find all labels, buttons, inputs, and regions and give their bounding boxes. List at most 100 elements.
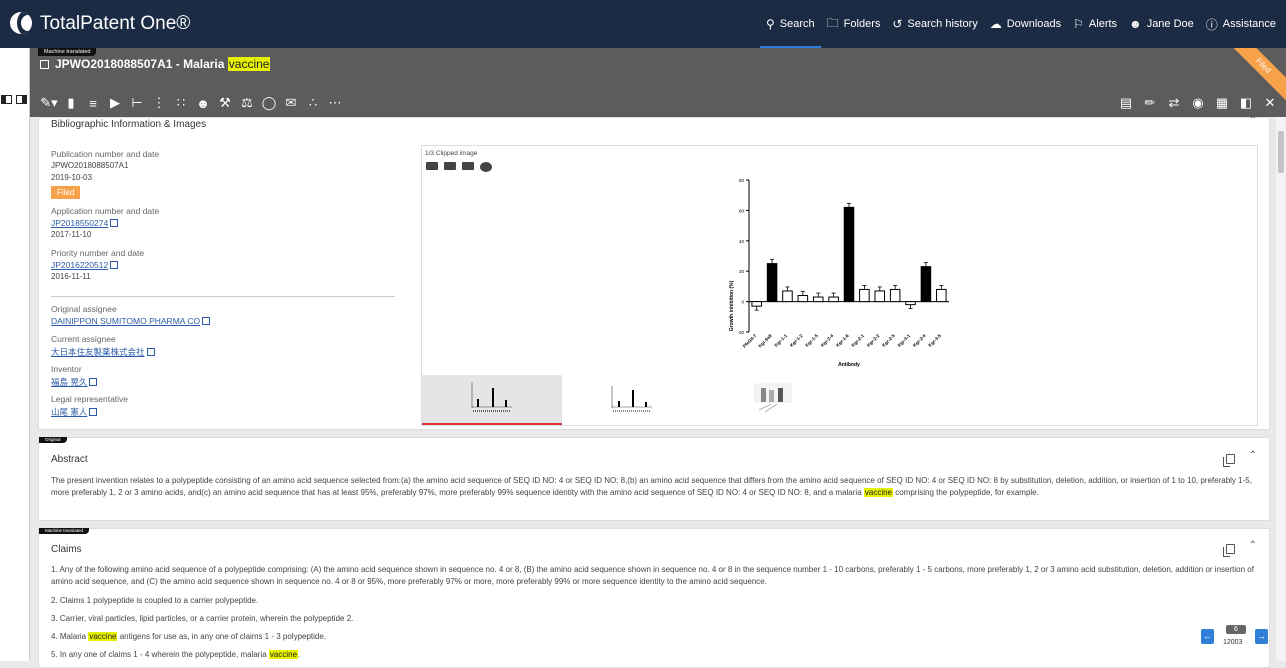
- split-view-icon[interactable]: ◧: [1234, 95, 1258, 111]
- nodes-icon[interactable]: ∴: [302, 95, 324, 111]
- bar: [812, 296, 824, 303]
- abstract-text-part: comprising the polypeptide, for example.: [893, 487, 1039, 497]
- select-checkbox[interactable]: [40, 59, 49, 69]
- nav-label: Downloads: [1006, 18, 1062, 30]
- scales-icon[interactable]: ⚖: [236, 95, 258, 111]
- thumbnail-3[interactable]: [702, 375, 842, 425]
- bar: [889, 288, 901, 303]
- pdf-icon[interactable]: ▦: [1210, 95, 1234, 111]
- grid-large-icon[interactable]: [426, 162, 438, 170]
- claim-5: 5. In any one of claims 1 - 4 wherein th…: [51, 649, 1256, 661]
- highlighter-icon[interactable]: ✏: [1138, 95, 1162, 111]
- previous-result-button[interactable]: ←: [1201, 629, 1214, 644]
- tree-icon[interactable]: ⊢: [126, 95, 148, 111]
- nav-folders[interactable]: 🗀 Folders: [827, 0, 881, 48]
- map-pin-icon[interactable]: ◉: [1186, 95, 1210, 111]
- main-nav: ⚲ Search 🗀 Folders ↺ Search history ☁ Do…: [754, 0, 1276, 48]
- bell-icon: ⚐: [1073, 17, 1084, 31]
- claim-text: .: [298, 650, 301, 659]
- right-panel-toggle-icon[interactable]: [16, 95, 27, 104]
- left-rail: [0, 48, 30, 661]
- next-result-button[interactable]: →: [1255, 629, 1268, 644]
- bar: [859, 288, 870, 303]
- collapse-chevron-icon[interactable]: ⌃: [1249, 115, 1257, 126]
- translate-icon[interactable]: ⇄: [1162, 95, 1186, 111]
- left-panel-toggle-icon[interactable]: [1, 95, 12, 104]
- hierarchy-icon[interactable]: ∷: [170, 95, 192, 111]
- abstract-text-part: The present invention relates to a polyp…: [51, 476, 1252, 497]
- collapse-chevron-icon[interactable]: ⌃: [1249, 540, 1257, 551]
- bar: [843, 206, 855, 303]
- cloud-download-icon[interactable]: [480, 162, 492, 172]
- close-icon[interactable]: ✕: [1258, 95, 1282, 111]
- abstract-text: The present invention relates to a polyp…: [51, 475, 1256, 498]
- bookmark-icon[interactable]: ▮: [60, 95, 82, 111]
- legal-link[interactable]: 山尾 憲人: [51, 406, 98, 418]
- prio-label: Priority number and date: [51, 248, 145, 258]
- result-pager: ← 6 12003 →: [1201, 625, 1281, 651]
- thumbnail-2[interactable]: [562, 375, 702, 425]
- clip-label: 1/3 Clipped image: [425, 150, 478, 157]
- brand-name: TotalPatent One®: [40, 13, 191, 34]
- total-results: 12003: [1223, 639, 1243, 646]
- pub-date: 2019-10-03: [51, 173, 92, 182]
- document-content: Bibliographic Information & Images ⌃ Pub…: [38, 115, 1270, 668]
- orig-assignee-link[interactable]: DAINIPPON SUMITOMO PHARMA CO: [51, 316, 211, 326]
- more-icon[interactable]: ⋯: [324, 95, 346, 111]
- x-tick-label: Kgr-2-2: [866, 333, 881, 348]
- nav-search-history[interactable]: ↺ Search history: [892, 0, 977, 48]
- pub-label: Publication number and date: [51, 149, 160, 159]
- claim-text: 5. In any one of claims 1 - 4 wherein th…: [51, 650, 269, 659]
- inventor-link[interactable]: 福島 晃久: [51, 376, 98, 388]
- claim-3: 3. Carrier, viral particles, lipid parti…: [51, 614, 354, 623]
- search-highlight: vaccine: [88, 632, 118, 641]
- scrollbar-thumb[interactable]: [1278, 131, 1284, 173]
- biblio-divider: [51, 296, 395, 297]
- list-view-icon[interactable]: [462, 162, 474, 170]
- biblio-title: Bibliographic Information & Images: [51, 119, 207, 130]
- nav-alerts[interactable]: ⚐ Alerts: [1073, 0, 1117, 48]
- nav-downloads[interactable]: ☁ Downloads: [990, 0, 1061, 48]
- claim-1: 1. Any of the following amino acid seque…: [51, 565, 1254, 586]
- megaphone-icon[interactable]: ▶: [104, 95, 126, 111]
- grid-small-icon[interactable]: [444, 162, 456, 170]
- document-title: JPWO2018088507A1 - Malaria vaccine: [40, 57, 271, 71]
- prio-date: 2016-11-11: [51, 272, 91, 281]
- prio-number-link[interactable]: JP2016220512: [51, 260, 119, 270]
- nav-user[interactable]: ☻ Jane Doe: [1129, 0, 1194, 48]
- pill-icon[interactable]: ◯: [258, 95, 280, 111]
- gavel-icon[interactable]: ⚒: [214, 95, 236, 111]
- info-icon: ⓘ: [1205, 17, 1218, 32]
- people-icon[interactable]: ☻: [192, 96, 214, 111]
- bar: [797, 295, 809, 303]
- nav-assistance[interactable]: ⓘ Assistance: [1206, 0, 1276, 48]
- app-number-link[interactable]: JP2018550274: [51, 218, 119, 228]
- nav-label: Alerts: [1088, 18, 1118, 30]
- x-tick-label: Kgr-2-4: [912, 333, 927, 348]
- app-label: Application number and date: [51, 206, 160, 216]
- cur-assignee-link[interactable]: 大日本住友製薬株式会社: [51, 346, 155, 358]
- document-number: JPWO2018088507A1 - Malaria: [55, 57, 225, 71]
- y-tick-label: 80: [739, 178, 745, 183]
- search-highlight: vaccine: [268, 650, 299, 659]
- nav-search[interactable]: ⚲ Search: [760, 0, 821, 48]
- thumbnail-1[interactable]: [422, 375, 562, 425]
- bar: [874, 290, 886, 303]
- pen-icon[interactable]: ✎▾: [38, 95, 60, 111]
- document-toolbar-right: ▤ ✏ ⇄ ◉ ▦ ◧ ✕: [1114, 95, 1282, 111]
- bar: [905, 301, 916, 306]
- lines-icon[interactable]: ≡: [82, 96, 104, 111]
- scrollbar[interactable]: [1276, 117, 1286, 661]
- copy-icon[interactable]: [1223, 544, 1235, 557]
- collapse-chevron-icon[interactable]: ⌃: [1249, 450, 1257, 461]
- comment-icon[interactable]: ✉: [280, 95, 302, 111]
- abstract-panel: Original Abstract ⌃ The present inventio…: [38, 437, 1270, 521]
- copy-icon[interactable]: [1223, 454, 1235, 467]
- download-icon: ☁: [989, 17, 1002, 31]
- document-header: Machine translated JPWO2018088507A1 - Ma…: [30, 48, 1286, 117]
- bar: [782, 290, 793, 303]
- compare-icon[interactable]: ▤: [1114, 95, 1138, 111]
- nav-label: Search: [779, 18, 815, 30]
- list-tree-icon[interactable]: ⋮: [148, 95, 170, 111]
- nav-label: Jane Doe: [1146, 18, 1194, 30]
